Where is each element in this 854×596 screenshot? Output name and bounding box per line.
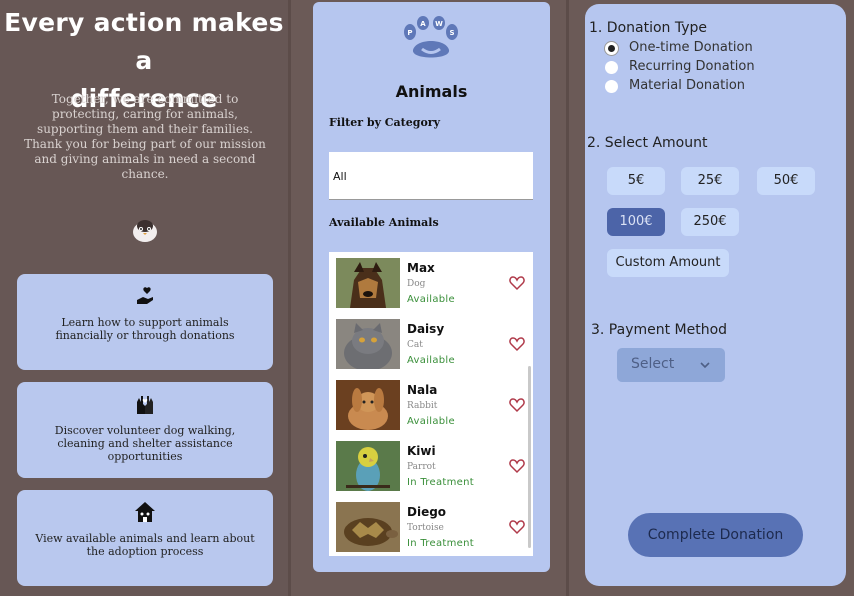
- animal-name: Max: [407, 261, 435, 275]
- payment-method-select[interactable]: Select: [617, 348, 725, 382]
- animals-panel: P A W S Animals Filter by Category All A…: [313, 2, 550, 572]
- svg-text:W: W: [435, 20, 443, 28]
- animal-species: Rabbit: [407, 401, 438, 411]
- radio-label: Recurring Donation: [629, 59, 755, 74]
- dog-photo: [336, 258, 400, 308]
- animal-status: In Treatment: [407, 477, 474, 488]
- hand-heart-icon: [137, 287, 153, 304]
- select-amount-title: 2. Select Amount: [587, 135, 708, 151]
- complete-donation-button[interactable]: Complete Donation: [628, 513, 803, 557]
- animal-status: In Treatment: [407, 538, 474, 549]
- radio-unselected-icon: [605, 80, 618, 93]
- hero-description: Together, we are committed to protecting…: [24, 92, 266, 181]
- tortoise-photo: [336, 502, 400, 552]
- animal-item[interactable]: Nala Rabbit Available: [329, 374, 533, 435]
- card-text: Discover volunteer dog walking, cleaning…: [54, 424, 236, 463]
- animal-status: Available: [407, 294, 455, 305]
- favorite-heart-icon[interactable]: [509, 458, 525, 474]
- animal-item[interactable]: Daisy Cat Available: [329, 313, 533, 374]
- amount-25-button[interactable]: 25€: [681, 167, 739, 195]
- favorite-heart-icon[interactable]: [509, 519, 525, 535]
- category-filter-select[interactable]: All: [329, 152, 533, 200]
- payment-select-value: Select: [631, 356, 675, 372]
- animal-species: Cat: [407, 340, 423, 350]
- animal-item[interactable]: Diego Tortoise In Treatment: [329, 496, 533, 556]
- custom-amount-button[interactable]: Custom Amount: [607, 249, 729, 277]
- animal-name: Daisy: [407, 322, 445, 336]
- favorite-heart-icon[interactable]: [509, 275, 525, 291]
- chick-mascot-icon: [133, 220, 157, 242]
- radio-label: Material Donation: [629, 78, 746, 93]
- list-scrollbar[interactable]: [528, 366, 531, 548]
- available-animals-label: Available Animals: [329, 216, 439, 229]
- animal-species: Dog: [407, 279, 426, 289]
- animal-status: Available: [407, 416, 455, 427]
- info-panel: Every action makes a difference Together…: [0, 0, 288, 596]
- animal-item[interactable]: Max Dog Available: [329, 252, 533, 313]
- amount-50-button[interactable]: 50€: [757, 167, 815, 195]
- amount-250-button[interactable]: 250€: [681, 208, 739, 236]
- support-card[interactable]: Learn how to support animals financially…: [17, 274, 273, 370]
- favorite-heart-icon[interactable]: [509, 397, 525, 413]
- radio-unselected-icon: [605, 61, 618, 74]
- chevron-down-icon: [700, 362, 710, 369]
- animal-item[interactable]: Kiwi Parrot In Treatment: [329, 435, 533, 496]
- donation-panel: 1. Donation Type One-time Donation Recur…: [585, 4, 846, 586]
- animals-title: Animals: [395, 82, 468, 101]
- favorite-heart-icon[interactable]: [509, 336, 525, 352]
- filter-value: All: [333, 170, 347, 183]
- animal-name: Diego: [407, 505, 447, 519]
- card-text: View available animals and learn about t…: [35, 532, 255, 558]
- paws-logo-icon: P A W S: [404, 16, 458, 58]
- animal-status: Available: [407, 355, 455, 366]
- volunteer-card[interactable]: Discover volunteer dog walking, cleaning…: [17, 382, 273, 478]
- donation-type-title: 1. Donation Type: [589, 20, 708, 36]
- panel-divider: [566, 0, 569, 596]
- animal-species: Tortoise: [407, 523, 444, 533]
- animal-species: Parrot: [407, 462, 436, 472]
- volunteer-hands-icon: [137, 396, 153, 414]
- animal-list[interactable]: Max Dog Available Daisy Cat Available Na…: [329, 252, 533, 556]
- svg-text:P: P: [407, 29, 412, 37]
- radio-label: One-time Donation: [629, 40, 753, 55]
- animal-name: Kiwi: [407, 444, 436, 458]
- amount-100-button[interactable]: 100€: [607, 208, 665, 236]
- parrot-photo: [336, 441, 400, 491]
- shelter-house-icon: [135, 502, 155, 522]
- payment-method-title: 3. Payment Method: [591, 322, 728, 338]
- svg-text:S: S: [449, 29, 454, 37]
- svg-text:A: A: [420, 20, 426, 28]
- filter-label: Filter by Category: [329, 116, 440, 129]
- animal-name: Nala: [407, 383, 438, 397]
- hero-title-line1: Every action makes a: [4, 8, 284, 75]
- adoption-card[interactable]: View available animals and learn about t…: [17, 490, 273, 586]
- card-text: Learn how to support animals financially…: [55, 316, 235, 342]
- rabbit-photo: [336, 380, 400, 430]
- amount-5-button[interactable]: 5€: [607, 167, 665, 195]
- cat-photo: [336, 319, 400, 369]
- panel-divider: [288, 0, 291, 596]
- radio-selected-icon: [605, 42, 618, 55]
